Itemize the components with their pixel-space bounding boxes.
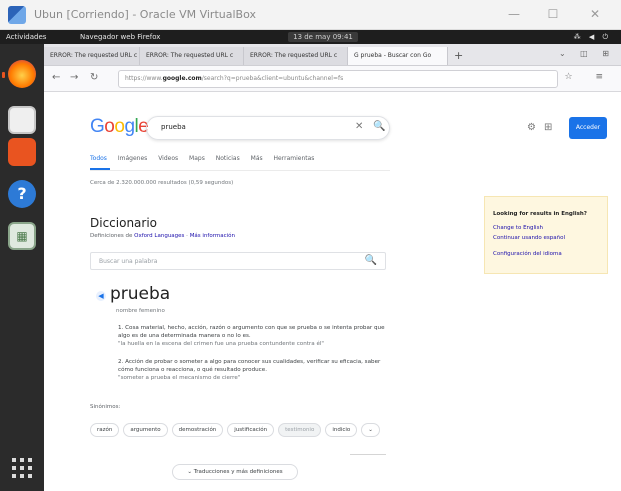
new-tab-button[interactable]: + xyxy=(454,47,463,65)
definition-number: 2. xyxy=(118,359,124,365)
clock[interactable]: 13 de may 09:41 xyxy=(288,32,358,42)
synonym-chip[interactable]: indicio xyxy=(325,423,358,437)
more-info-link[interactable]: Más información xyxy=(190,233,235,239)
url-prefix: https://www. xyxy=(125,75,163,82)
tabs-divider xyxy=(90,170,390,171)
tab-images[interactable]: Imágenes xyxy=(118,155,147,162)
active-indicator xyxy=(2,72,5,78)
synonym-chip[interactable]: demostración xyxy=(171,423,224,437)
dictionary-search-placeholder: Buscar una palabra xyxy=(99,258,158,265)
close-button[interactable]: ✕ xyxy=(586,6,604,22)
english-box-heading: Looking for results in English? xyxy=(493,211,587,217)
apps-grid-icon[interactable]: ⊞ xyxy=(544,122,552,133)
search-icon[interactable]: 🔍 xyxy=(365,255,377,266)
source-prefix: Definiciones de xyxy=(90,233,133,239)
browser-tab[interactable]: ERROR: The requested URL c xyxy=(244,47,348,65)
feedback-divider xyxy=(350,454,386,455)
headword: prueba xyxy=(110,284,171,304)
clear-icon[interactable]: ✕ xyxy=(355,121,363,132)
synonym-chip[interactable]: argumento xyxy=(123,423,168,437)
browser-tab[interactable]: ERROR: The requested URL c xyxy=(140,47,244,65)
back-button[interactable]: ← xyxy=(52,72,60,83)
tab-videos[interactable]: Videos xyxy=(158,155,178,162)
tab-controls[interactable]: ⌄ ◫ ⊞ xyxy=(559,49,615,58)
firefox-tabstrip: ERROR: The requested URL c ERROR: The re… xyxy=(44,44,621,66)
synonym-chips: razón argumento demostración justificación t… xyxy=(90,416,384,437)
settings-icon[interactable]: ⚙ xyxy=(527,122,536,133)
continue-spanish-link[interactable]: Continuar usando español xyxy=(493,235,565,241)
tab-maps[interactable]: Maps xyxy=(189,155,205,162)
english-results-box: Looking for results in English? Change t… xyxy=(484,196,608,274)
definition-example: "la huella en la escena del crimen fue u… xyxy=(118,341,325,347)
synonym-chip[interactable]: testimonio xyxy=(278,423,322,437)
ubuntu-dock: ? ▦ xyxy=(0,44,44,491)
minimize-button[interactable]: — xyxy=(505,6,523,22)
result-stats: Cerca de 2.320.000.000 resultados (0,59 … xyxy=(90,180,234,186)
reload-button[interactable]: ↻ xyxy=(90,72,98,83)
more-definitions-button[interactable]: ⌄ Traducciones y más definiciones xyxy=(172,464,298,480)
logo-letter: G xyxy=(90,116,105,137)
dictionary-search[interactable]: Buscar una palabra 🔍 xyxy=(90,252,386,270)
search-box[interactable]: prueba ✕ 🔍 xyxy=(146,116,390,140)
definition-text: Acción de probar o someter a algo para c… xyxy=(118,359,381,373)
maximize-button[interactable]: ☐ xyxy=(544,6,562,22)
search-input[interactable]: prueba xyxy=(161,123,186,131)
logo-letter: o xyxy=(104,116,115,137)
virtualbox-logo-icon xyxy=(8,6,26,24)
oxford-languages-link[interactable]: Oxford Languages xyxy=(134,233,184,239)
libreoffice-calc-icon[interactable]: ▦ xyxy=(8,222,36,250)
change-to-english-link[interactable]: Change to English xyxy=(493,225,543,231)
show-applications-icon[interactable] xyxy=(12,458,32,478)
sign-in-button[interactable]: Acceder xyxy=(569,117,607,139)
synonym-chip[interactable]: justificación xyxy=(227,423,275,437)
ubuntu-top-bar: Actividades Navegador web Firefox 13 de … xyxy=(0,30,621,44)
activities-button[interactable]: Actividades xyxy=(6,33,46,41)
firefox-navbar: ← → ↻ https://www.google.com/search?q=pr… xyxy=(44,66,621,92)
browser-tab[interactable]: ERROR: The requested URL c xyxy=(44,47,140,65)
definition-1: 1. Cosa material, hecho, acción, razón o… xyxy=(118,324,386,348)
browser-tab-active[interactable]: G prueba - Buscar con Go xyxy=(348,47,448,65)
system-tray[interactable]: ⁂ ◀ ⏻ xyxy=(574,33,611,42)
app-menu[interactable]: Navegador web Firefox xyxy=(80,33,160,41)
dictionary-source: Definiciones de Oxford Languages · Más i… xyxy=(90,233,236,239)
tab-more[interactable]: Más xyxy=(251,155,263,162)
tab-news[interactable]: Noticias xyxy=(216,155,240,162)
part-of-speech: nombre femenino xyxy=(116,308,165,314)
language-settings-link[interactable]: Configuración del idioma xyxy=(493,251,562,257)
tab-tools[interactable]: Herramientas xyxy=(274,155,315,162)
search-icon[interactable]: 🔍 xyxy=(373,121,385,132)
dictionary-title: Diccionario xyxy=(90,216,158,230)
browser-menu[interactable]: ☆ ≡ xyxy=(565,72,613,82)
search-tabs: Todos Imágenes Videos Maps Noticias Más … xyxy=(90,155,323,169)
definition-example: "someter a prueba el mecanismo de cierre… xyxy=(118,375,241,381)
google-logo[interactable]: Google xyxy=(90,116,149,138)
synonyms-expand-button[interactable]: ⌄ xyxy=(361,423,380,437)
google-results-page: Google prueba ✕ 🔍 ⚙ ⊞ Acceder Todos Imág… xyxy=(44,92,621,491)
synonym-chip[interactable]: razón xyxy=(90,423,120,437)
logo-letter: o xyxy=(114,116,125,137)
forward-button[interactable]: → xyxy=(70,72,78,83)
url-domain: google.com xyxy=(162,75,202,82)
firefox-icon[interactable] xyxy=(8,60,36,88)
window-title: Ubun [Corriendo] - Oracle VM VirtualBox xyxy=(34,8,256,21)
url-path: /search?q=prueba&client=ubuntu&channel=f… xyxy=(201,75,344,82)
synonyms-label: Sinónimos: xyxy=(90,404,121,410)
definition-2: 2. Acción de probar o someter a algo par… xyxy=(118,358,386,382)
vbox-titlebar: Ubun [Corriendo] - Oracle VM VirtualBox … xyxy=(0,0,621,30)
software-store-icon[interactable] xyxy=(8,138,36,166)
definition-text: Cosa material, hecho, acción, razón o ar… xyxy=(118,325,385,339)
logo-letter: g xyxy=(124,116,135,137)
definition-number: 1. xyxy=(118,325,124,331)
files-icon[interactable] xyxy=(8,106,36,134)
url-bar[interactable]: https://www.google.com/search?q=prueba&c… xyxy=(118,70,558,88)
tab-all[interactable]: Todos xyxy=(90,155,107,162)
active-tab-underline xyxy=(90,168,110,170)
help-icon[interactable]: ? xyxy=(8,180,36,208)
speaker-icon[interactable]: ◀ xyxy=(96,291,106,301)
screen: Ubun [Corriendo] - Oracle VM VirtualBox … xyxy=(0,0,621,491)
